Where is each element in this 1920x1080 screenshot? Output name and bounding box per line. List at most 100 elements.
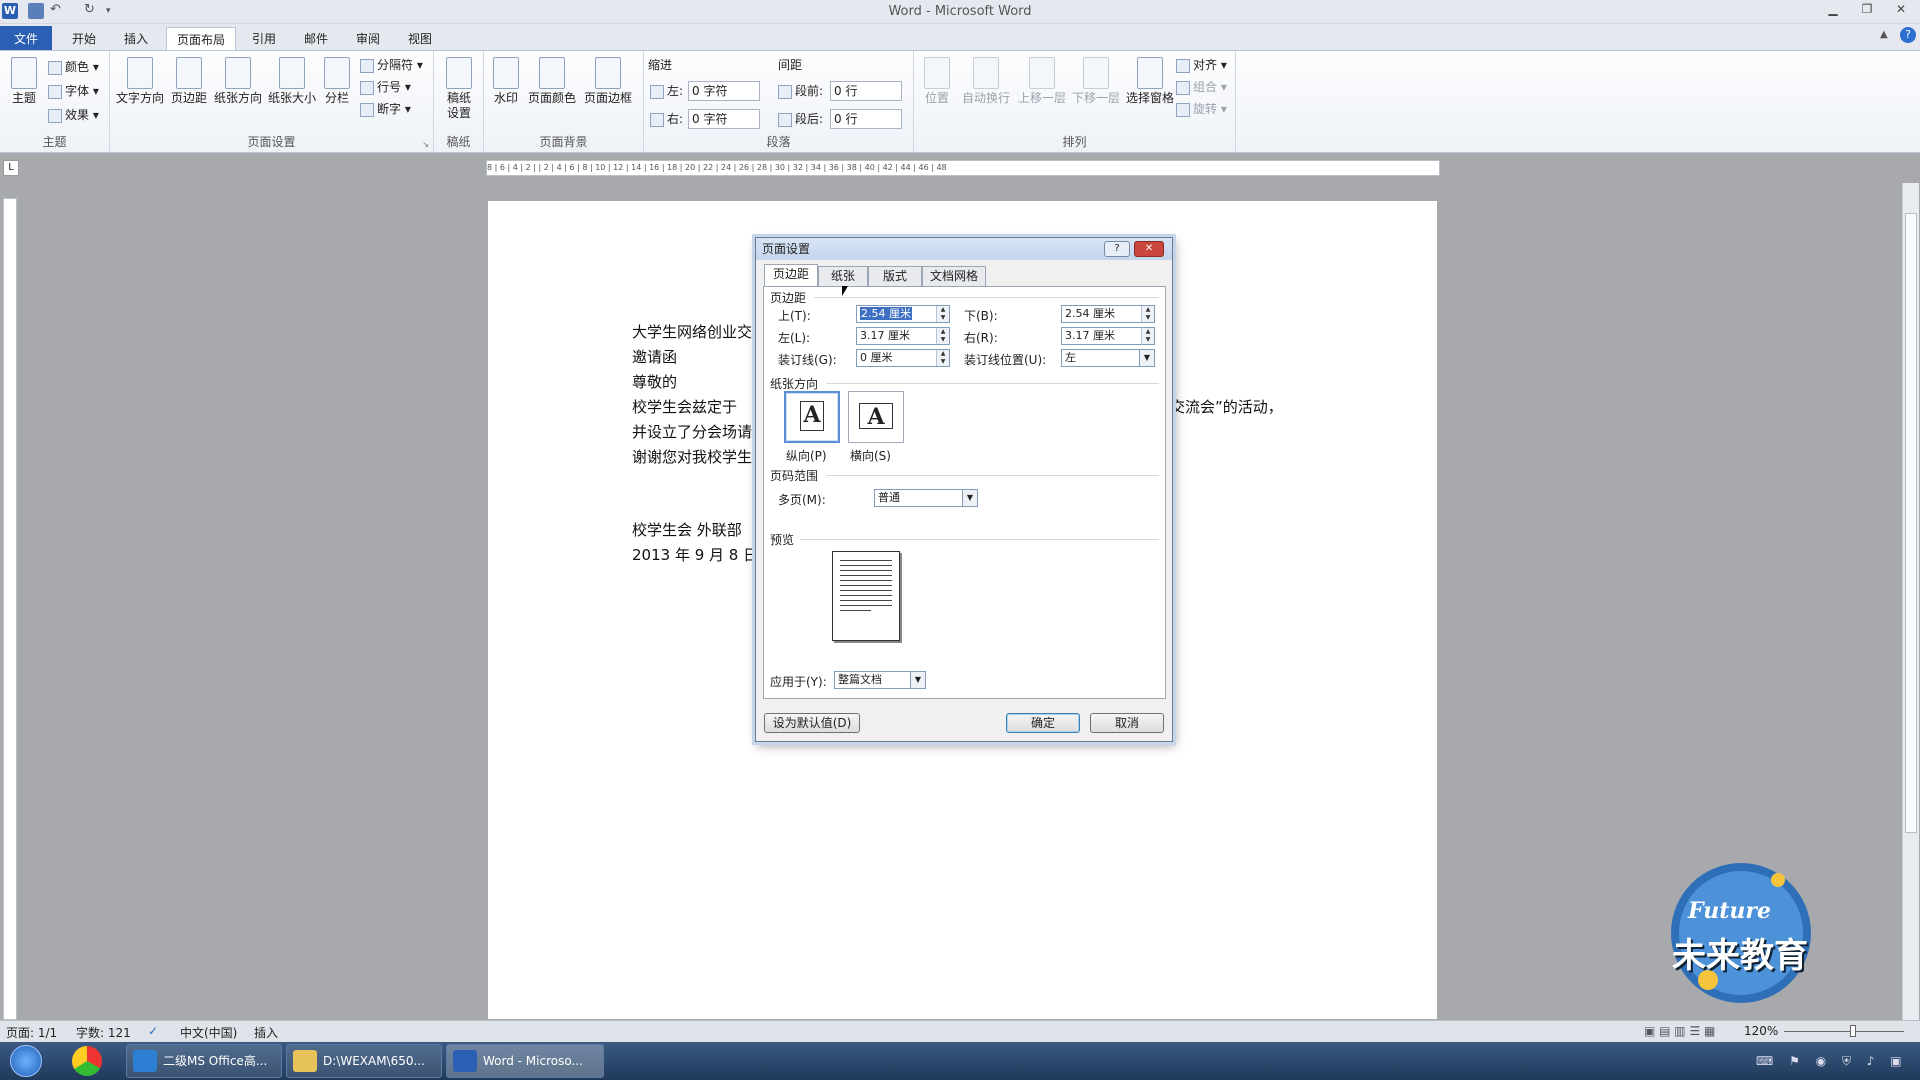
doc-line: 并设立了分会场请 — [632, 423, 753, 441]
vertical-scrollbar[interactable] — [1902, 183, 1919, 1020]
portrait-option[interactable]: A — [784, 391, 840, 443]
indent-right-label: 右: — [650, 109, 683, 129]
margins-button[interactable]: 页边距 — [168, 57, 210, 106]
page-setup-launcher-icon[interactable]: ↘ — [422, 140, 429, 149]
spin-arrows-icon[interactable]: ▲ ▼ — [936, 306, 949, 322]
tab-review[interactable]: 审阅 — [346, 27, 390, 50]
zoom-slider[interactable] — [1784, 1031, 1904, 1032]
chrome-icon[interactable] — [72, 1046, 102, 1076]
taskbar-item-exam[interactable]: 二级MS Office高... — [126, 1044, 282, 1078]
spin-arrows-icon[interactable]: ▲ ▼ — [936, 328, 949, 344]
right-margin-input[interactable]: 3.17 厘米 ▲ ▼ — [1061, 327, 1155, 345]
rotate-button[interactable]: 旋转 ▾ — [1176, 99, 1227, 119]
themes-button[interactable]: 主题 — [6, 57, 42, 106]
minimize-icon[interactable]: ▁ — [1820, 2, 1846, 20]
spin-arrows-icon[interactable]: ▲ ▼ — [1141, 306, 1154, 322]
help-icon[interactable]: ? — [1900, 27, 1916, 43]
set-as-default-button[interactable]: 设为默认值(D) — [764, 713, 860, 733]
position-button[interactable]: 位置 — [920, 57, 954, 106]
spin-arrows-icon[interactable]: ▲ ▼ — [936, 350, 949, 366]
group-button[interactable]: 组合 ▾ — [1176, 77, 1227, 97]
page-background-group-label: 页面背景 — [539, 135, 588, 149]
dialog-close-button[interactable]: ✕ — [1134, 241, 1164, 257]
indent-right-spinner[interactable]: 0 字符 — [688, 109, 760, 129]
chevron-down-icon: ▼ — [962, 490, 977, 506]
align-button[interactable]: 对齐 ▾ — [1176, 55, 1227, 75]
doc-line: 大学生网络创业交 — [632, 323, 753, 341]
columns-button[interactable]: 分栏 — [322, 57, 352, 106]
tab-view[interactable]: 视图 — [398, 27, 442, 50]
zoom-level[interactable]: 120% — [1744, 1024, 1778, 1038]
horizontal-ruler[interactable]: 8 | 6 | 4 | 2 | | 2 | 4 | 6 | 8 | 10 | 1… — [486, 160, 1440, 176]
spacing-before-spinner[interactable]: 0 行 — [830, 81, 902, 101]
spacing-after-icon — [778, 112, 792, 127]
collapse-ribbon-icon[interactable]: ▲ — [1880, 29, 1888, 40]
tab-mailings[interactable]: 邮件 — [294, 27, 338, 50]
tab-page-layout[interactable]: 页面布局 — [166, 27, 237, 50]
word-count[interactable]: 字数: 121 — [76, 1024, 131, 1041]
start-button-icon[interactable] — [10, 1045, 42, 1077]
zoom-slider-thumb[interactable] — [1850, 1025, 1856, 1037]
vertical-ruler[interactable] — [3, 198, 17, 1020]
breaks-button[interactable]: 分隔符 ▾ — [360, 55, 423, 75]
paper-size-button[interactable]: 纸张大小 — [266, 57, 318, 106]
orientation-button[interactable]: 纸张方向 — [212, 57, 264, 106]
theme-colors-button[interactable]: 颜色 ▾ — [48, 57, 99, 77]
page-count[interactable]: 页面: 1/1 — [6, 1024, 57, 1041]
top-margin-label: 上(T): — [778, 309, 811, 323]
page-borders-button[interactable]: 页面边框 — [580, 57, 636, 106]
gutter-position-select[interactable]: 左 ▼ — [1061, 349, 1155, 367]
proofing-icon[interactable]: ✓ — [148, 1024, 158, 1038]
theme-fonts-button[interactable]: 字体 ▾ — [48, 81, 99, 101]
bottom-margin-input[interactable]: 2.54 厘米 ▲ ▼ — [1061, 305, 1155, 323]
theme-effects-button[interactable]: 效果 ▾ — [48, 105, 99, 125]
ribbon-tabs: 文件 开始 插入 页面布局 引用 邮件 审阅 视图 ▲ ? — [0, 24, 1920, 50]
logo-text-en: Future — [1688, 898, 1771, 924]
bring-forward-button[interactable]: 上移一层 — [1016, 57, 1068, 106]
language-status[interactable]: 中文(中国) — [180, 1024, 237, 1041]
left-margin-input[interactable]: 3.17 厘米 ▲ ▼ — [856, 327, 950, 345]
tab-insert[interactable]: 插入 — [114, 27, 158, 50]
taskbar-item-word[interactable]: Word - Microso... — [446, 1044, 604, 1078]
tab-selector[interactable]: L — [3, 160, 19, 176]
indent-left-spinner[interactable]: 0 字符 — [688, 81, 760, 101]
restore-icon[interactable]: ❐ — [1854, 2, 1880, 20]
dialog-tab-document-grid[interactable]: 文档网格 — [922, 266, 986, 286]
top-margin-input[interactable]: 2.54 厘米 ▲ ▼ — [856, 305, 950, 323]
tab-file[interactable]: 文件 — [0, 26, 53, 50]
wrap-text-button[interactable]: 自动换行 — [958, 57, 1014, 106]
multiple-pages-select[interactable]: 普通 ▼ — [874, 489, 978, 507]
insert-mode-status[interactable]: 插入 — [254, 1024, 278, 1041]
line-numbers-button[interactable]: 行号 ▾ — [360, 77, 411, 97]
ok-button[interactable]: 确定 — [1006, 713, 1080, 733]
page-color-button[interactable]: 页面颜色 — [526, 57, 578, 106]
tab-home[interactable]: 开始 — [62, 27, 106, 50]
view-buttons-icon[interactable]: ▣ ▤ ▥ ☰ ▦ — [1644, 1024, 1715, 1038]
spacing-after-label: 段后: — [778, 109, 823, 129]
spin-arrows-icon[interactable]: ▲ ▼ — [1141, 328, 1154, 344]
watermark-button[interactable]: 水印 — [488, 57, 524, 106]
taskbar-item-folder[interactable]: D:\WEXAM\650... — [286, 1044, 442, 1078]
cancel-button[interactable]: 取消 — [1090, 713, 1164, 733]
gutter-input[interactable]: 0 厘米 ▲ ▼ — [856, 349, 950, 367]
spacing-before-icon — [778, 84, 792, 99]
send-backward-button[interactable]: 下移一层 — [1070, 57, 1122, 106]
tab-references[interactable]: 引用 — [242, 27, 286, 50]
dialog-tab-layout[interactable]: 版式 — [868, 266, 922, 286]
landscape-option[interactable]: A — [848, 391, 904, 443]
window-title: Word - Microsoft Word — [888, 4, 1032, 19]
close-icon[interactable]: ✕ — [1888, 2, 1914, 20]
dialog-tab-margins[interactable]: 页边距 — [764, 264, 818, 287]
hyphenation-button[interactable]: 断字 ▾ — [360, 99, 411, 119]
apply-to-select[interactable]: 整篇文档 ▼ — [834, 671, 926, 689]
doc-line: 谢谢您对我校学生 — [632, 448, 753, 466]
selection-pane-button[interactable]: 选择窗格 — [1122, 57, 1178, 106]
draft-settings-button[interactable]: 稿纸 设置 — [440, 57, 478, 121]
text-direction-button[interactable]: 文字方向 — [114, 57, 166, 106]
wrap-text-icon — [973, 57, 999, 89]
scrollbar-thumb[interactable] — [1905, 213, 1917, 833]
system-tray-icons[interactable]: ⌨ ⚑ ◉ ⛨ ♪ ▣ — [1756, 1054, 1908, 1069]
dialog-help-button[interactable]: ? — [1104, 241, 1130, 257]
dialog-tab-paper[interactable]: 纸张 — [818, 266, 868, 286]
spacing-after-spinner[interactable]: 0 行 — [830, 109, 902, 129]
